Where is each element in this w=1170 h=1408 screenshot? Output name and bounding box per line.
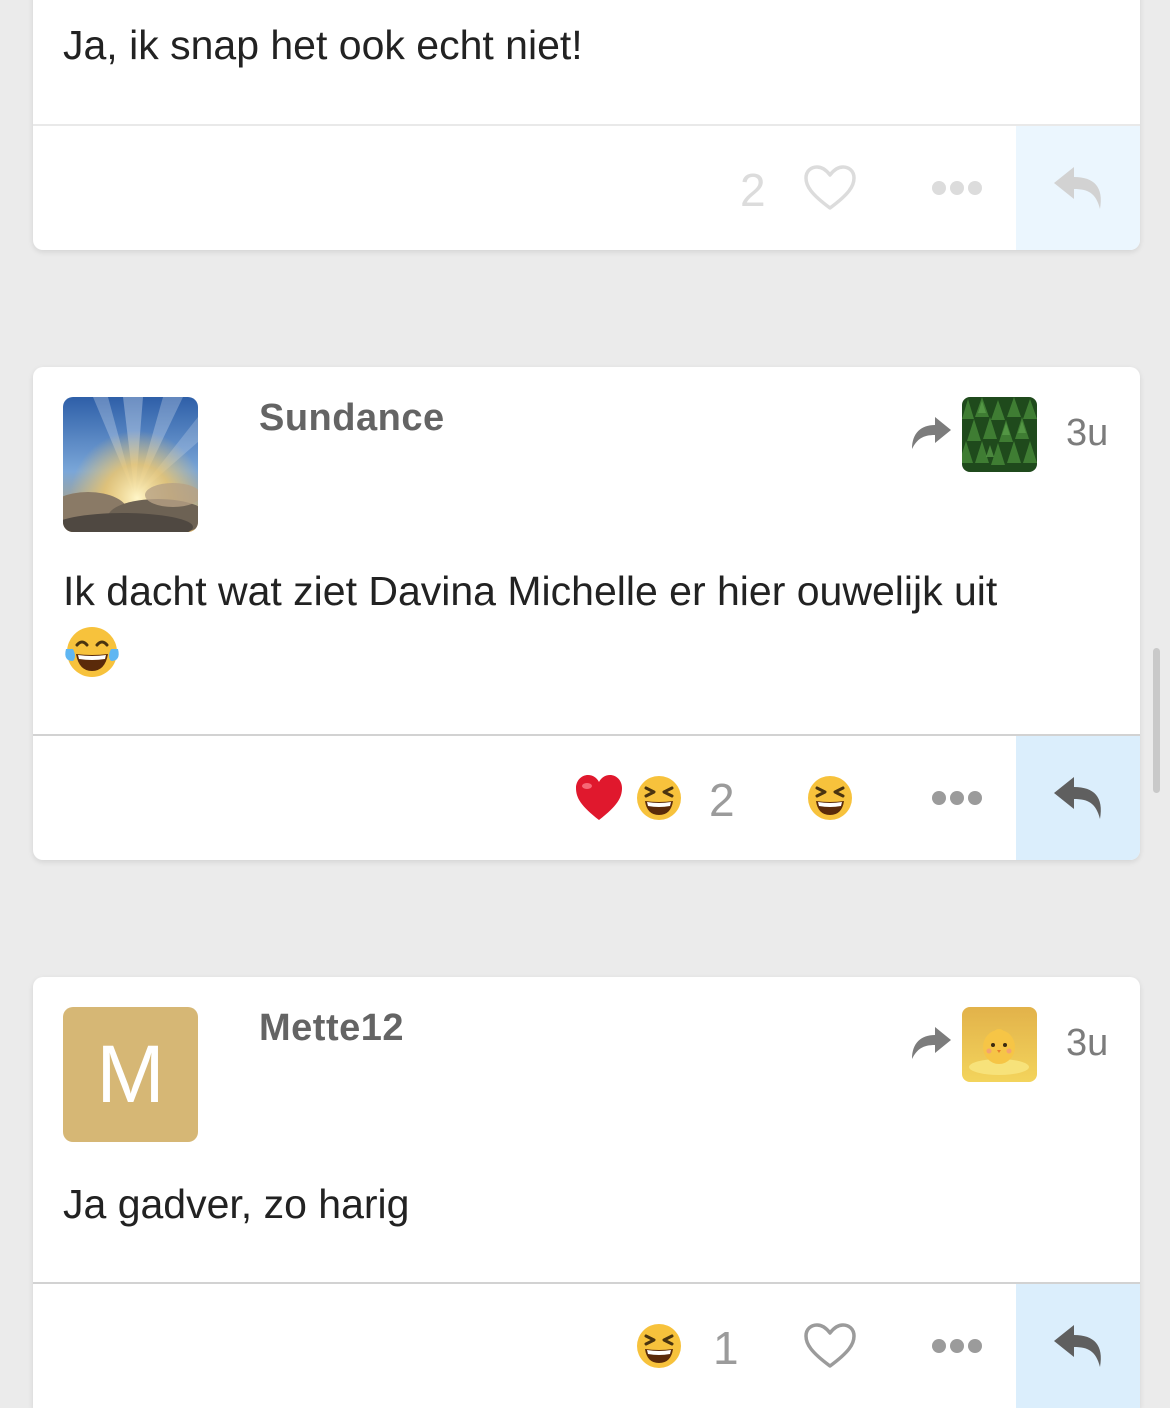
reply-button[interactable] [1016, 126, 1140, 250]
more-options-icon[interactable] [931, 1337, 983, 1355]
grinning-squinting-emoji[interactable] [635, 1322, 683, 1370]
reaction-count[interactable]: 2 [709, 777, 735, 823]
more-options-icon[interactable] [931, 789, 983, 807]
scrollbar-thumb[interactable] [1153, 648, 1160, 793]
reply-to-avatar[interactable] [962, 397, 1037, 472]
heart-outline-icon[interactable] [803, 164, 857, 212]
post-age[interactable]: 3u [1066, 1022, 1108, 1065]
post-body: Ik dacht wat ziet Davina Michelle er hie… [63, 559, 1110, 687]
chick-avatar-image [962, 1007, 1037, 1082]
forest-avatar-image [962, 397, 1037, 472]
post-body: Ja, ik snap het ook echt niet! [63, 22, 583, 68]
face-with-tears-of-joy-emoji [65, 627, 119, 677]
reply-icon [1054, 167, 1101, 209]
username[interactable]: Sundance [259, 397, 445, 440]
reply-to-avatar[interactable] [962, 1007, 1037, 1082]
reply-icon [1054, 1325, 1101, 1367]
post-card: Ja, ik snap het ook echt niet! 2 [33, 0, 1140, 250]
reply-button[interactable] [1016, 736, 1140, 860]
post-card: Sundance 3u Ik dacht wat ziet Davina Mic… [33, 367, 1140, 860]
post-age[interactable]: 3u [1066, 412, 1108, 455]
post-card: M Mette12 3u Ja gadver, zo harig 1 [33, 977, 1140, 1408]
username[interactable]: Mette12 [259, 1007, 404, 1050]
post-actions: 2 [33, 734, 1140, 860]
post-text: Ik dacht wat ziet Davina Michelle er hie… [63, 568, 998, 614]
heart-emoji[interactable] [575, 774, 623, 822]
avatar[interactable] [63, 397, 198, 532]
grinning-squinting-emoji[interactable] [635, 774, 683, 822]
reply-to-arrow-icon [912, 1027, 951, 1059]
post-body: Ja gadver, zo harig [63, 1181, 410, 1227]
post-actions: 1 [33, 1282, 1140, 1408]
more-options-icon[interactable] [931, 179, 983, 197]
avatar[interactable]: M [63, 1007, 198, 1142]
like-count[interactable]: 2 [740, 167, 766, 213]
sunrise-clouds-avatar-image [63, 397, 198, 532]
heart-outline-icon[interactable] [803, 1322, 857, 1370]
reply-button[interactable] [1016, 1284, 1140, 1408]
reply-icon [1054, 777, 1101, 819]
react-emoji-button-icon[interactable] [806, 774, 854, 822]
reaction-count[interactable]: 1 [713, 1325, 739, 1371]
post-actions: 2 [33, 124, 1140, 250]
reply-to-arrow-icon [912, 417, 951, 449]
